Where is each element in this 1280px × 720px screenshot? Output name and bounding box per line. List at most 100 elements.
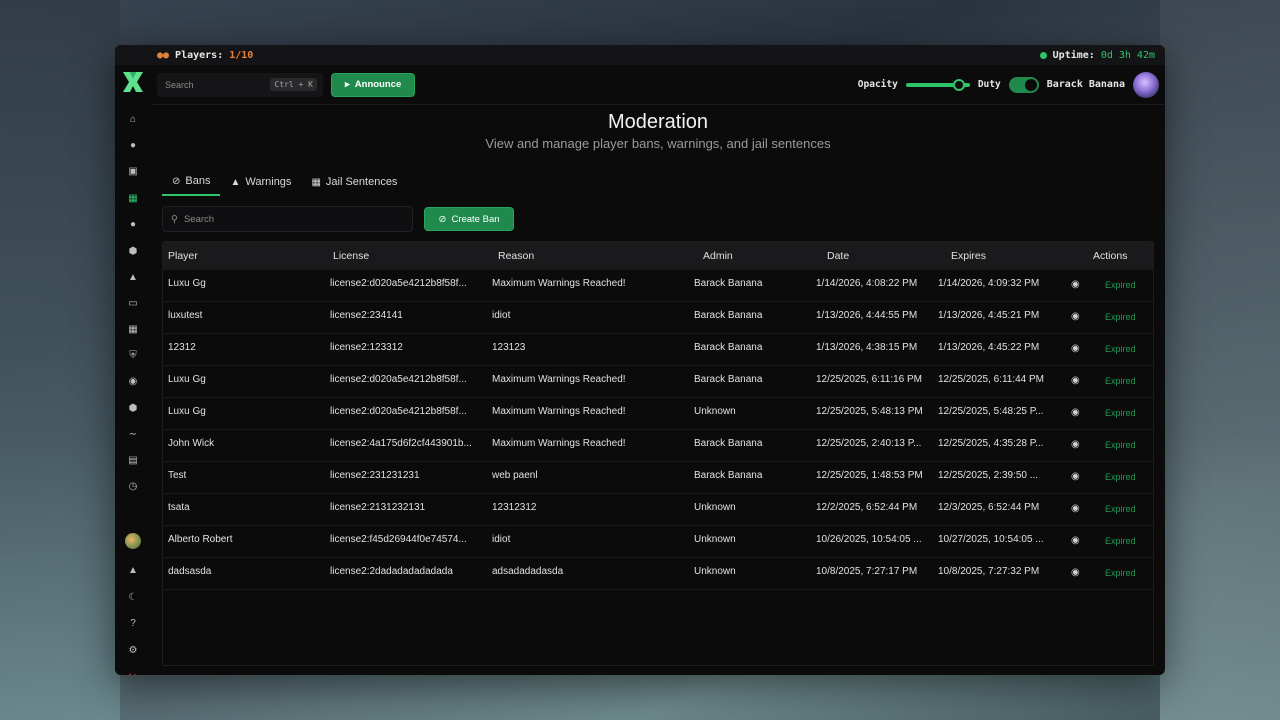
main-content: Moderation View and manage player bans, … (151, 106, 1165, 675)
users-icon: ●● (157, 49, 170, 61)
cell-date: 1/14/2026, 4:08:22 PM (816, 278, 918, 289)
tab-jail-sentences[interactable]: ▦ Jail Sentences (301, 172, 407, 196)
table-row[interactable]: tsata license2:2131232131 12312312 Unkno… (163, 494, 1153, 526)
package-icon[interactable]: ⬢ (123, 398, 143, 418)
table-row[interactable]: Luxu Gg license2:d020a5e4212b8f58f... Ma… (163, 366, 1153, 398)
cell-license: license2:234141 (330, 310, 403, 321)
tab-jail-label: Jail Sentences (325, 176, 398, 188)
cell-reason: Maximum Warnings Reached! (492, 406, 626, 417)
table-icon[interactable]: ▤ (123, 450, 143, 470)
header-actions: Actions (1093, 250, 1128, 262)
status-badge: Expired (1105, 344, 1136, 354)
create-ban-label: Create Ban (451, 213, 500, 225)
ban-search-input[interactable]: ⚲ Search (162, 206, 413, 232)
status-badge: Expired (1105, 504, 1136, 514)
bans-table: Player License Reason Admin Date Expires… (162, 241, 1154, 666)
status-bar: ●● Players: 1/10 Uptime: 0d 3h 42m (115, 45, 1165, 65)
view-icon[interactable]: ◉ (1071, 375, 1080, 386)
cell-player: John Wick (168, 438, 215, 449)
cell-admin: Barack Banana (694, 374, 763, 385)
tab-warnings-label: Warnings (245, 176, 292, 188)
cell-license: license2:231231231 (330, 470, 420, 481)
uptime-label: Uptime: (1052, 49, 1095, 61)
cell-date: 10/26/2025, 10:54:05 ... (816, 534, 922, 545)
console-icon[interactable]: ▭ (123, 293, 143, 313)
opacity-slider-thumb[interactable] (952, 78, 965, 91)
header-admin[interactable]: Admin (703, 250, 733, 262)
table-row[interactable]: Luxu Gg license2:d020a5e4212b8f58f... Ma… (163, 270, 1153, 302)
table-header: Player License Reason Admin Date Expires… (163, 242, 1153, 270)
global-search-input[interactable]: Search Ctrl + K (157, 72, 323, 97)
status-badge: Expired (1105, 312, 1136, 322)
header-license[interactable]: License (333, 250, 369, 262)
table-row[interactable]: John Wick license2:4a175d6f2cf443901b...… (163, 430, 1153, 462)
table-row[interactable]: dadsasda license2:2dadadadadadada adsada… (163, 558, 1153, 590)
cell-admin: Barack Banana (694, 278, 763, 289)
activity-icon[interactable]: ∼ (123, 424, 143, 444)
view-icon[interactable]: ◉ (1071, 535, 1080, 546)
header-date[interactable]: Date (827, 250, 849, 262)
view-icon[interactable]: ◉ (1071, 279, 1080, 290)
chat-icon[interactable]: ● (123, 214, 143, 234)
status-badge: Expired (1105, 440, 1136, 450)
table-row[interactable]: Test license2:231231231 web paenl Barack… (163, 462, 1153, 494)
cell-license: license2:d020a5e4212b8f58f... (330, 406, 467, 417)
logout-icon[interactable]: ↪ (123, 666, 143, 676)
admin-panel-window: ●● Players: 1/10 Uptime: 0d 3h 42m ⌂ ● ▣… (115, 45, 1165, 675)
user-name: Barack Banana (1046, 79, 1125, 90)
create-ban-button[interactable]: ⊘ Create Ban (424, 207, 514, 231)
status-badge: Expired (1105, 472, 1136, 482)
server-avatar[interactable] (125, 533, 141, 549)
opacity-slider[interactable] (905, 78, 970, 91)
cell-player: luxutest (168, 310, 203, 321)
view-icon[interactable]: ◉ (1071, 311, 1080, 322)
players-nav-icon[interactable]: ● (123, 135, 143, 155)
cell-license: license2:2131232131 (330, 502, 426, 513)
cell-admin: Barack Banana (694, 342, 763, 353)
tab-warnings[interactable]: ▲ Warnings (220, 172, 301, 196)
home-icon[interactable]: ⌂ (123, 109, 143, 129)
tab-bans[interactable]: ⊘ Bans (162, 172, 221, 196)
vehicle-icon[interactable]: ▲ (123, 267, 143, 287)
shield-icon[interactable]: ⛨ (123, 345, 143, 365)
jail-icon: ▦ (311, 176, 321, 188)
cell-reason: web paenl (492, 470, 538, 481)
location-icon[interactable]: ◉ (123, 371, 143, 391)
history-icon[interactable]: ◷ (123, 476, 143, 496)
status-badge: Expired (1105, 376, 1136, 386)
view-icon[interactable]: ◉ (1071, 407, 1080, 418)
cell-date: 10/8/2025, 7:27:17 PM (816, 566, 918, 577)
calendar-icon[interactable]: ▦ (123, 319, 143, 339)
network-icon[interactable]: ▲ (123, 560, 143, 580)
help-icon[interactable]: ? (123, 613, 143, 633)
duty-toggle[interactable] (1008, 76, 1039, 93)
view-icon[interactable]: ◉ (1071, 343, 1080, 354)
header-player[interactable]: Player (168, 250, 198, 262)
reports-icon[interactable]: ▣ (123, 161, 143, 181)
view-icon[interactable]: ◉ (1071, 503, 1080, 514)
table-row[interactable]: 12312 license2:123312 123123 Barack Bana… (163, 334, 1153, 366)
cell-player: Luxu Gg (168, 406, 206, 417)
moon-icon[interactable]: ☾ (123, 587, 143, 607)
view-icon[interactable]: ◉ (1071, 567, 1080, 578)
cell-player: tsata (168, 502, 190, 513)
cell-expires: 10/27/2025, 10:54:05 ... (938, 534, 1044, 545)
cell-date: 12/25/2025, 5:48:13 PM (816, 406, 923, 417)
moderation-icon[interactable]: ▦ (123, 188, 143, 208)
cell-date: 1/13/2026, 4:38:15 PM (816, 342, 918, 353)
announce-button[interactable]: ▸ Announce (331, 72, 416, 97)
user-avatar[interactable] (1133, 71, 1159, 98)
table-row[interactable]: Luxu Gg license2:d020a5e4212b8f58f... Ma… (163, 398, 1153, 430)
settings-icon[interactable]: ⚙ (123, 640, 143, 660)
players-label: Players: (175, 49, 224, 61)
items-icon[interactable]: ⬢ (123, 241, 143, 261)
status-badge: Expired (1105, 536, 1136, 546)
status-badge: Expired (1105, 568, 1136, 578)
table-row[interactable]: luxutest license2:234141 idiot Barack Ba… (163, 302, 1153, 334)
header-reason[interactable]: Reason (498, 250, 534, 262)
view-icon[interactable]: ◉ (1071, 471, 1080, 482)
view-icon[interactable]: ◉ (1071, 439, 1080, 450)
table-row[interactable]: Alberto Robert license2:f45d26944f0e7457… (163, 526, 1153, 558)
header-expires[interactable]: Expires (951, 250, 986, 262)
cell-reason: Maximum Warnings Reached! (492, 438, 626, 449)
